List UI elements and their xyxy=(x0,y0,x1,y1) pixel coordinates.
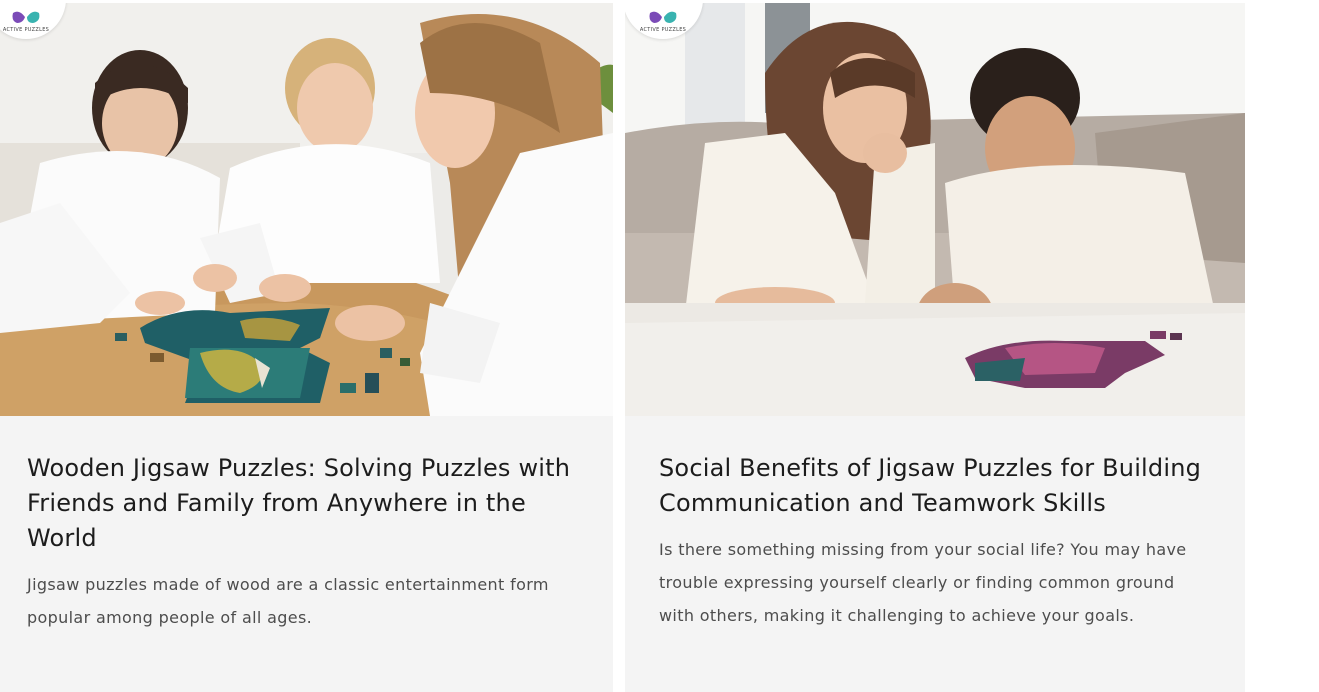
article-title[interactable]: Wooden Jigsaw Puzzles: Solving Puzzles w… xyxy=(27,451,573,556)
article-excerpt: Jigsaw puzzles made of wood are a classi… xyxy=(27,575,549,627)
page-margin xyxy=(1245,0,1319,692)
article-content: Wooden Jigsaw Puzzles: Solving Puzzles w… xyxy=(27,451,573,634)
article-content: Social Benefits of Jigsaw Puzzles for Bu… xyxy=(659,451,1215,632)
logo-text: ACTIVE PUZZLES xyxy=(2,27,50,33)
article-title[interactable]: Social Benefits of Jigsaw Puzzles for Bu… xyxy=(659,451,1215,521)
logo-heart-icon xyxy=(11,11,41,25)
article-image-girls-puzzle[interactable]: ACTIVE PUZZLES xyxy=(0,3,613,416)
article-image-mother-son-puzzle[interactable]: ACTIVE PUZZLES xyxy=(625,3,1245,416)
logo-text: ACTIVE PUZZLES xyxy=(639,27,687,33)
article-card-social-benefits[interactable]: ACTIVE PUZZLES Social Benefits of Jigsaw… xyxy=(625,3,1245,692)
article-excerpt: Is there something missing from your soc… xyxy=(659,540,1187,625)
article-card-wooden-jigsaw[interactable]: ACTIVE PUZZLES Wooden Jigsaw Puzzles: So… xyxy=(0,3,613,692)
blog-grid: ACTIVE PUZZLES Wooden Jigsaw Puzzles: So… xyxy=(0,0,1319,692)
logo-heart-icon xyxy=(648,11,678,25)
